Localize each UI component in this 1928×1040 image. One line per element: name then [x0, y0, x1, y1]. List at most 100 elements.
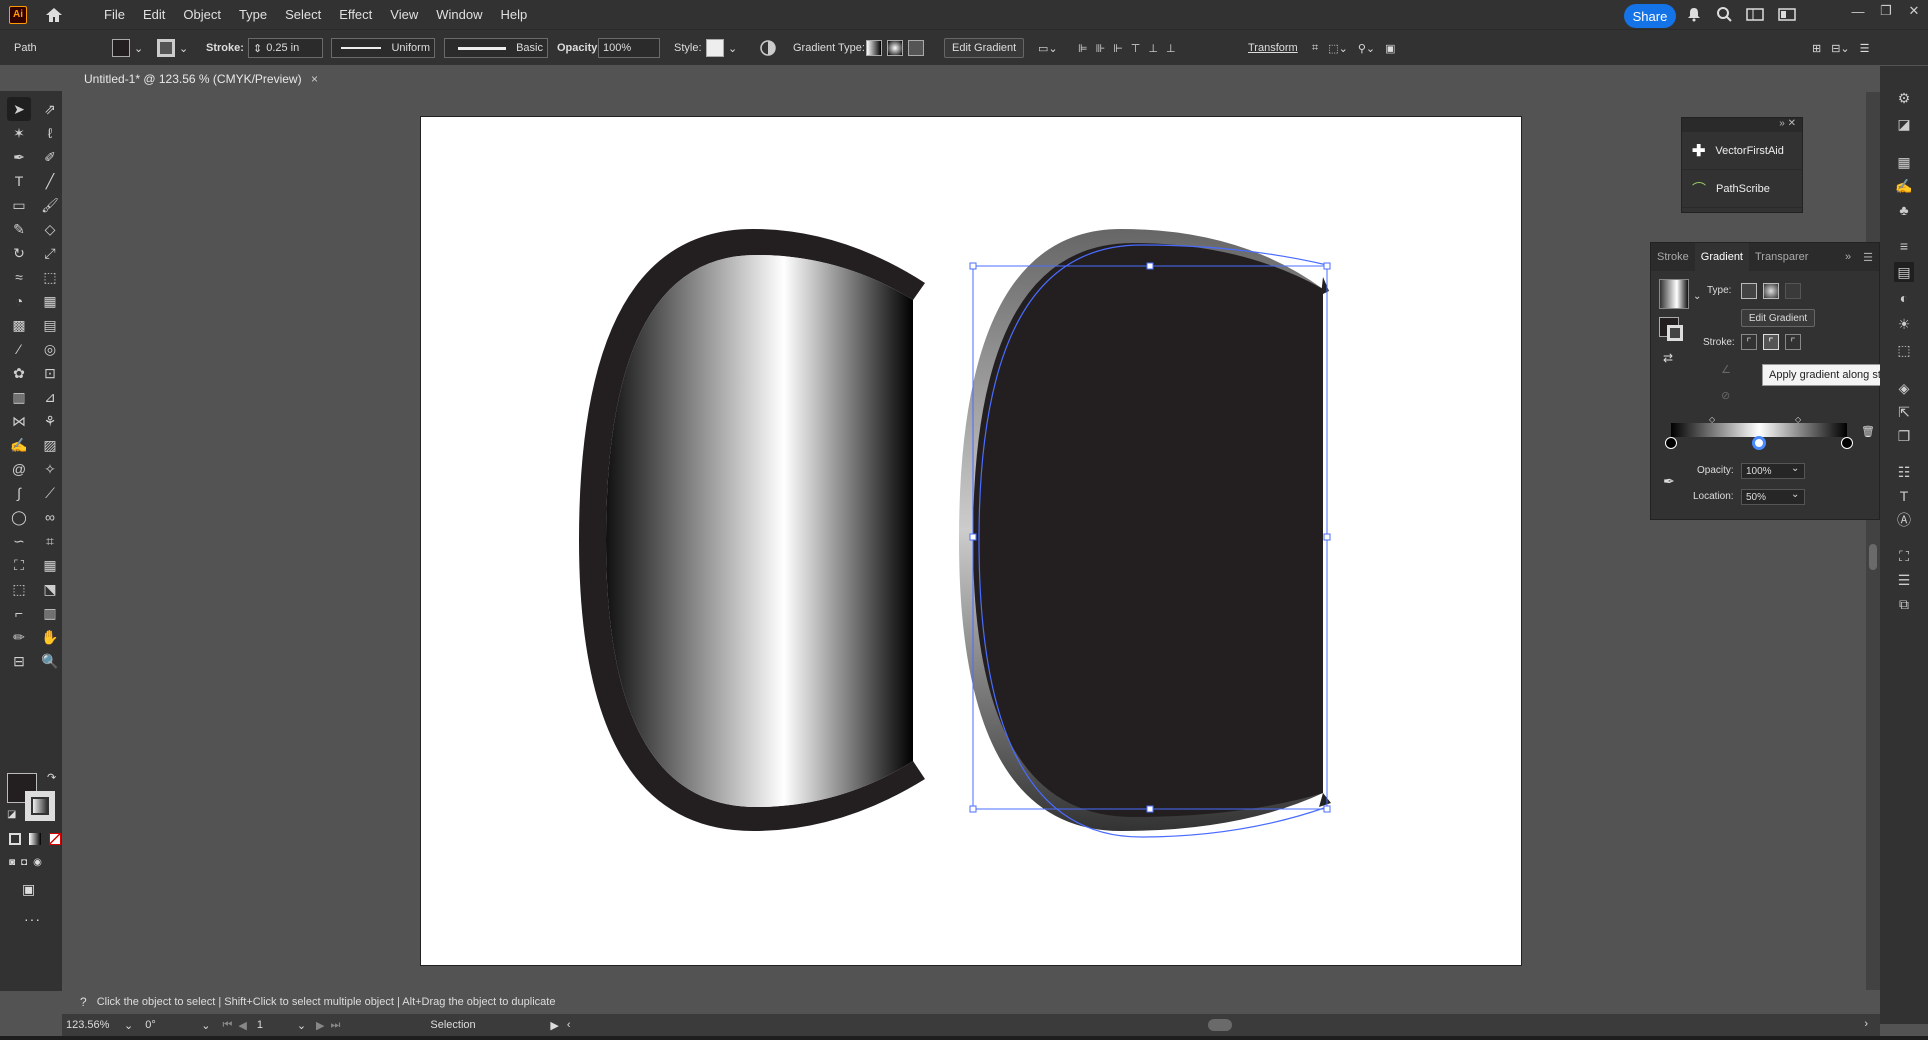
linear-gradient-icon[interactable]	[866, 40, 882, 56]
close-window-icon[interactable]: ✕	[1900, 0, 1928, 22]
next-artboard-icon[interactable]: ▶	[316, 1019, 324, 1032]
symbol-sprayer-tool-icon[interactable]: ✿	[7, 361, 31, 385]
line-tool-icon[interactable]: ╱	[38, 169, 62, 193]
artboard-align-icon[interactable]: ▭⌄	[1038, 30, 1058, 66]
tab-gradient[interactable]: Gradient	[1694, 243, 1749, 271]
gradient-stop-right[interactable]	[1841, 437, 1853, 449]
canvas[interactable]	[62, 92, 1867, 990]
align-bottom-icon[interactable]: ⊥	[1166, 42, 1176, 55]
width-tool-icon[interactable]: ⋈	[7, 409, 31, 433]
fill-control[interactable]: ⌄	[112, 30, 143, 66]
menu-file[interactable]: File	[95, 7, 134, 22]
transform-link[interactable]: Transform	[1248, 30, 1298, 66]
menu-effect[interactable]: Effect	[330, 7, 381, 22]
right-half-disc[interactable]	[959, 229, 1331, 831]
twirl-tool-icon[interactable]: @	[7, 457, 31, 481]
artboard-tool-icon[interactable]: ⊡	[38, 361, 62, 385]
grid-tool-icon[interactable]: ▦	[38, 553, 62, 577]
freeform-type-icon[interactable]	[1785, 283, 1801, 299]
gradient-stop-left[interactable]	[1665, 437, 1677, 449]
stroke-swatch[interactable]	[157, 39, 175, 57]
envelope-icon[interactable]: ⬚⌄	[1328, 42, 1348, 55]
appearance-icon[interactable]: ☀	[1894, 314, 1914, 334]
color-mode-icon[interactable]	[9, 833, 21, 845]
swatches-icon[interactable]: ▦	[1894, 152, 1914, 172]
scale-tool-icon[interactable]: ⤢	[38, 241, 62, 265]
none-mode-icon[interactable]	[49, 833, 61, 845]
blob-brush-tool-icon[interactable]: ✍	[7, 433, 31, 457]
chevron-down-icon[interactable]: ⌄	[179, 42, 188, 55]
stroke-weight-input[interactable]: ⇕ 0.25 in	[248, 38, 323, 58]
midpoint-diamond-icon[interactable]: ◇	[1709, 415, 1715, 424]
bell-icon[interactable]	[1686, 6, 1702, 22]
menu-view[interactable]: View	[381, 7, 427, 22]
menu-type[interactable]: Type	[230, 7, 276, 22]
bloat-tool-icon[interactable]: ✧	[38, 457, 62, 481]
recolor-icon[interactable]	[760, 30, 776, 66]
crop-tool-icon[interactable]: ⌗	[38, 529, 62, 553]
blend-tool-icon[interactable]: ◎	[38, 337, 62, 361]
free-transform-tool-icon[interactable]: ⬚	[38, 265, 62, 289]
perspective-select-tool-icon[interactable]: ⬔	[38, 577, 62, 601]
puppet-icon[interactable]: ⚲⌄	[1358, 42, 1375, 55]
menu-help[interactable]: Help	[491, 7, 536, 22]
chevron-down-icon[interactable]: ⌄	[297, 1019, 306, 1032]
paintbrush-tool-icon[interactable]: 🖌	[38, 193, 62, 217]
align-panel-icon[interactable]: ☰	[1894, 570, 1914, 590]
opacity-input[interactable]: 100%	[598, 38, 660, 58]
close-panel-icon[interactable]: ✕	[1788, 118, 1796, 129]
fill-stroke-widget[interactable]: ↷ ◪	[7, 771, 59, 823]
stroke-box[interactable]	[25, 791, 55, 821]
prev-artboard-icon[interactable]: ◀	[238, 1019, 246, 1032]
fill-swatch[interactable]	[112, 39, 130, 57]
gradient-panel-icon[interactable]: ▤	[1894, 262, 1914, 282]
pen-tool-icon[interactable]: ✒	[7, 145, 31, 169]
transform-panel-icon[interactable]: ⛶	[1894, 546, 1914, 566]
style-swatch[interactable]	[706, 39, 724, 57]
rotate-view-tool-icon[interactable]: ⊟	[7, 649, 31, 673]
symbols-icon[interactable]: ♣	[1894, 200, 1914, 220]
pencil-tool-icon[interactable]: ✏	[7, 625, 31, 649]
radial-type-icon[interactable]	[1763, 283, 1779, 299]
close-tab-icon[interactable]: ×	[311, 72, 318, 86]
character-icon[interactable]: T	[1894, 486, 1914, 506]
first-artboard-icon[interactable]: ⏮	[222, 1019, 232, 1032]
isolate-icon[interactable]: ⌗	[1312, 42, 1318, 55]
plugin-vectorfirstaid[interactable]: ✚ VectorFirstAid	[1682, 132, 1802, 170]
rotation-input[interactable]: 0°	[145, 1017, 201, 1033]
zoom-input[interactable]: 123.56%	[66, 1017, 124, 1033]
plugin-pathscribe[interactable]: ⌒ PathScribe	[1682, 170, 1802, 208]
properties-icon[interactable]: ⚙	[1894, 88, 1914, 108]
gradient-thumbnail[interactable]	[1659, 279, 1689, 309]
glyphs-icon[interactable]: Ⓐ	[1894, 510, 1914, 530]
direct-selection-tool-icon[interactable]: ⇗	[38, 97, 62, 121]
anchor-tool-icon[interactable]: ⌐	[7, 601, 31, 625]
chevron-down-icon[interactable]: ⌄	[124, 1019, 133, 1032]
more-tools-icon[interactable]: ···	[24, 911, 41, 927]
gradient-across-stroke-icon[interactable]: ⌜	[1785, 334, 1801, 350]
left-half-disc[interactable]	[579, 229, 925, 831]
mesh-tool-icon[interactable]: ▩	[7, 313, 31, 337]
rotate-tool-icon[interactable]: ↻	[7, 241, 31, 265]
stroke-swatch-control[interactable]: ⌄	[157, 30, 188, 66]
selection-tool-icon[interactable]: ➤	[7, 97, 31, 121]
draw-behind-icon[interactable]: ◘	[21, 857, 27, 868]
search-icon[interactable]	[1716, 6, 1732, 22]
restore-icon[interactable]: ❐	[1872, 0, 1900, 22]
scroll-right-icon[interactable]: ›	[1864, 1018, 1868, 1030]
panel-options-icon[interactable]: ▣	[1385, 42, 1395, 55]
radial-gradient-icon[interactable]	[887, 40, 903, 56]
pathfinder-icon[interactable]: ⧉	[1894, 594, 1914, 614]
delete-stop-icon[interactable]: 🗑	[1861, 425, 1875, 438]
stroke-panel-icon[interactable]: ≡	[1894, 236, 1914, 256]
layout-icon[interactable]: ⊟⌄	[1831, 42, 1849, 55]
vertical-scrollbar[interactable]	[1866, 92, 1880, 1010]
artboard[interactable]	[420, 116, 1522, 966]
puppet-warp-tool-icon[interactable]: ⚘	[38, 409, 62, 433]
align-top-icon[interactable]: ⊤	[1131, 42, 1141, 55]
tab-transparency[interactable]: Transparer	[1749, 251, 1814, 263]
transparency-icon[interactable]: ◐	[1894, 288, 1914, 308]
chevron-down-icon[interactable]: ⌄	[728, 42, 737, 55]
align-left-icon[interactable]: ⊫	[1078, 42, 1088, 55]
last-artboard-icon[interactable]: ⏭	[331, 1019, 341, 1032]
